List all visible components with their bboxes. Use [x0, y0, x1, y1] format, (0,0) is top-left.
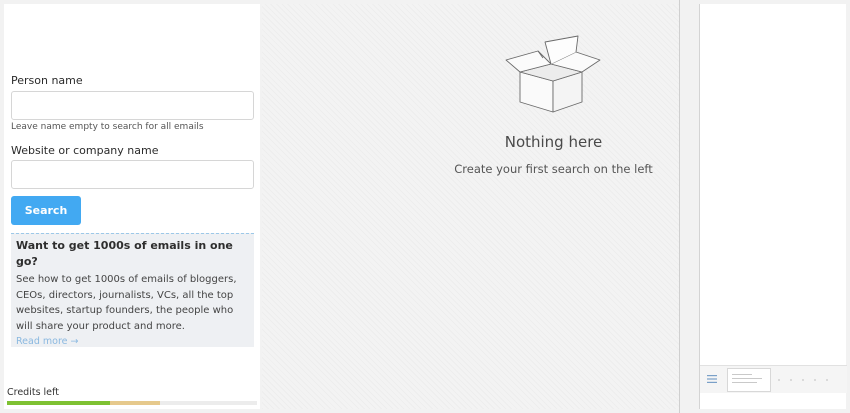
thumbnail-line	[732, 382, 757, 383]
credits-extra-fill	[109, 401, 160, 405]
read-more-link[interactable]: Read more →	[16, 335, 249, 349]
website-input[interactable]	[11, 160, 254, 189]
credits-left-label: Credits left	[7, 387, 59, 398]
credits-progress-bar	[7, 401, 257, 405]
panel-divider	[679, 0, 699, 413]
person-name-label: Person name	[11, 74, 83, 87]
credits-used-fill	[7, 401, 110, 405]
open-box-icon	[505, 35, 601, 113]
promo-title: Want to get 1000s of emails in one go?	[16, 239, 233, 268]
thumbnail-strip	[778, 379, 838, 381]
promo-text: See how to get 1000s of emails of blogge…	[16, 274, 237, 332]
page-thumbnail[interactable]	[727, 368, 771, 392]
right-panel-toolbar	[700, 365, 847, 393]
website-label: Website or company name	[11, 144, 159, 157]
thumbnail-line	[732, 374, 752, 375]
right-panel	[699, 4, 847, 409]
person-name-input[interactable]	[11, 91, 254, 120]
bulk-emails-promo: Want to get 1000s of emails in one go? S…	[11, 233, 254, 347]
results-area: Nothing here Create your first search on…	[262, 4, 679, 409]
search-button[interactable]: Search	[11, 196, 81, 225]
search-sidebar: Person name Leave name empty to search f…	[4, 4, 260, 409]
thumbnail-line	[732, 378, 762, 379]
person-name-hint: Leave name empty to search for all email…	[11, 122, 204, 132]
menu-icon[interactable]	[707, 375, 717, 383]
